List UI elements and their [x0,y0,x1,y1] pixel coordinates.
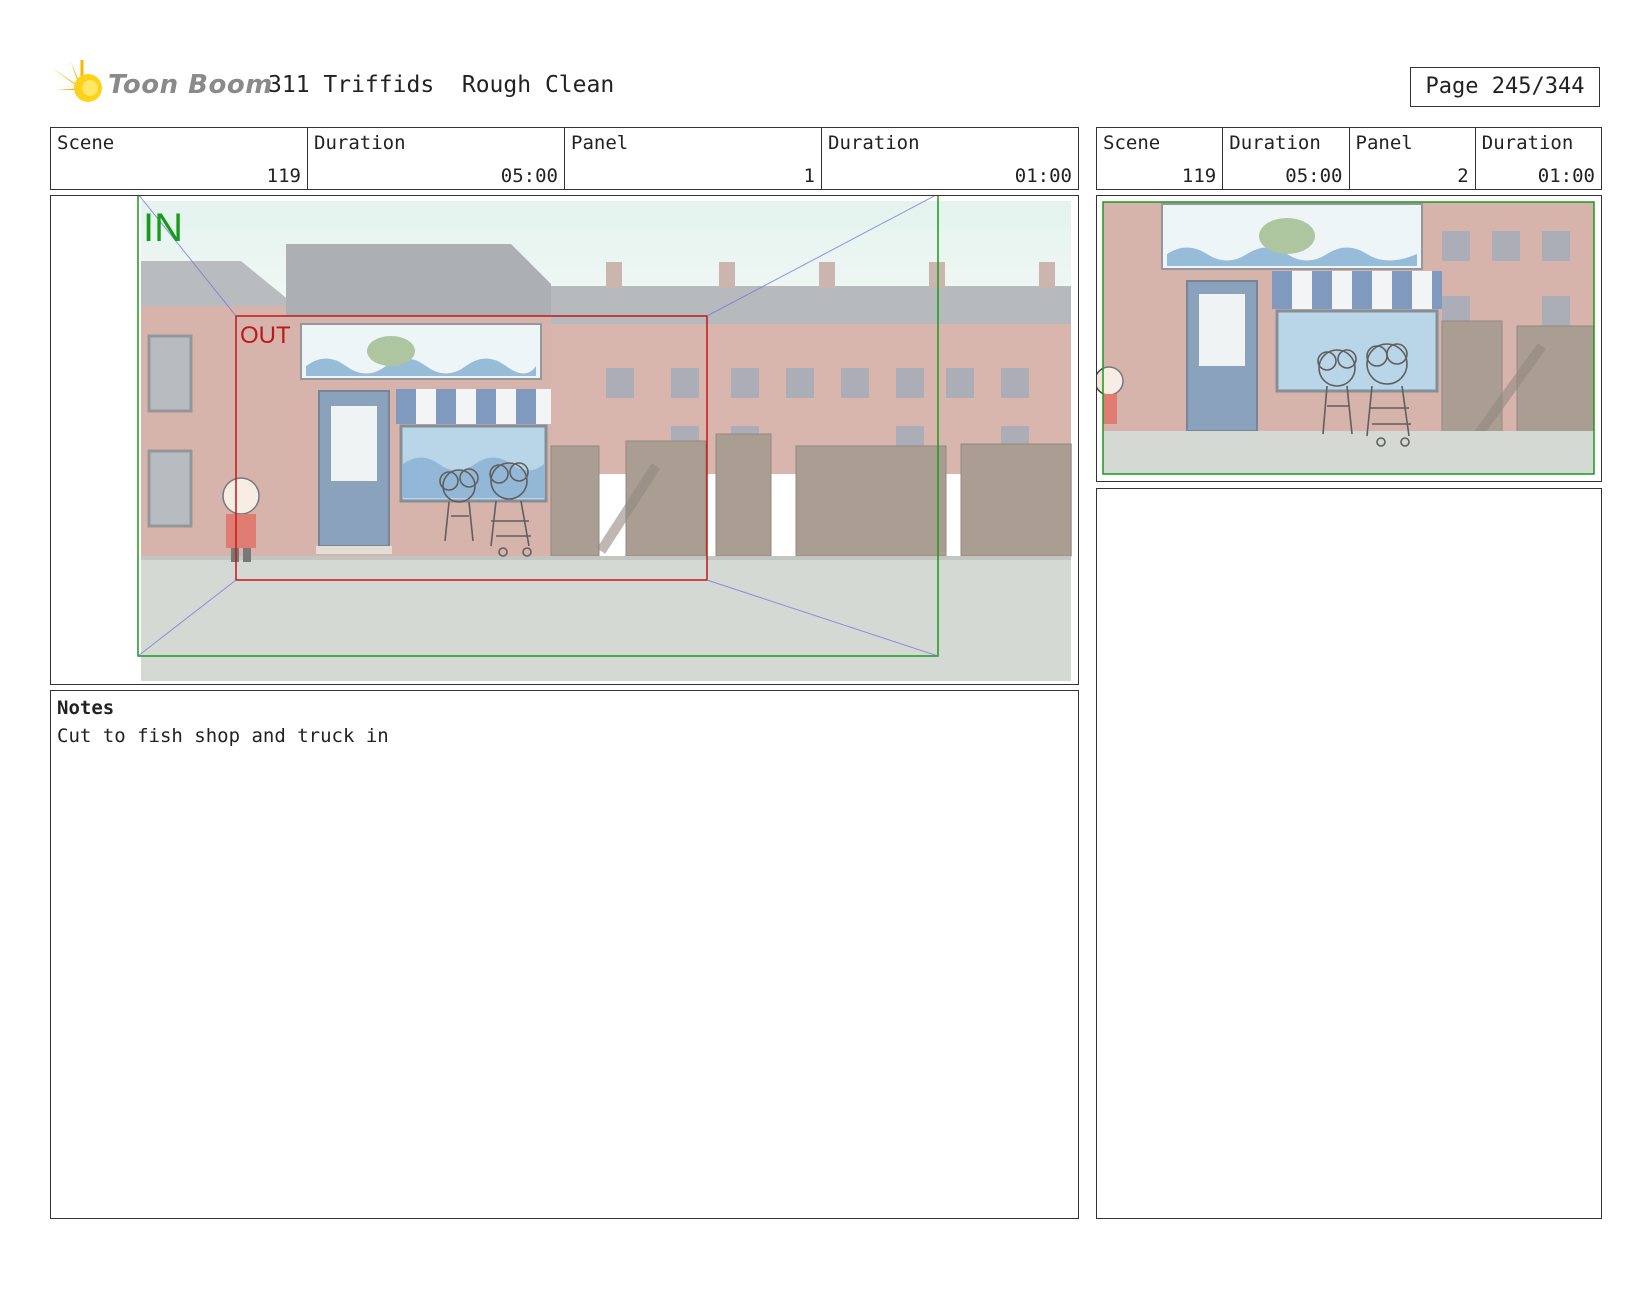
panel-label: Panel [1355,132,1413,154]
panel-cell: Panel 2 [1350,128,1476,189]
scene-cell: Scene 119 [1097,128,1224,189]
panel-duration-cell: Duration 01:00 [1476,128,1601,189]
notes-text: Cut to fish shop and truck in [57,725,389,747]
side-empty-panel [1096,488,1602,1219]
notes-title: Notes [57,697,115,719]
duration-cell: Duration 05:00 [308,128,565,189]
duration-label: Duration [1229,132,1321,154]
panel-duration-cell: Duration 01:00 [822,128,1078,189]
logo-wordmark: Toon Boom [108,70,273,100]
panel-duration-label: Duration [828,132,920,154]
scene-cell: Scene 119 [51,128,308,189]
duration-value: 05:00 [1285,165,1343,187]
side-panel-info-bar: Scene 119 Duration 05:00 Panel 2 Duratio… [1096,127,1602,190]
duration-cell: Duration 05:00 [1223,128,1350,189]
project-title: 311 Triffids Rough Clean [268,72,615,98]
side-storyboard-frame [1096,195,1602,482]
scene-value: 119 [266,165,301,187]
duration-label: Duration [314,132,406,154]
side-storyboard-drawing [1097,196,1600,480]
storyboard-drawing [137,196,1072,681]
scene-label: Scene [57,132,115,154]
toon-boom-logo: Toon Boom [52,60,272,116]
panel-duration-value: 01:00 [1537,165,1595,187]
panel-duration-label: Duration [1481,132,1574,154]
panel-value: 1 [803,165,815,187]
scene-label: Scene [1103,132,1161,154]
notes-box: Notes Cut to fish shop and truck in [50,690,1079,1219]
sunburst-logo-icon [52,60,102,112]
scene-value: 119 [1181,165,1217,187]
panel-value: 2 [1457,165,1469,187]
page-indicator: Page 245/344 [1410,67,1600,107]
camera-in-label: IN [143,206,183,250]
panel-cell: Panel 1 [565,128,822,189]
main-storyboard-frame: IN OUT [50,195,1079,685]
panel-duration-value: 01:00 [1014,165,1072,187]
duration-value: 05:00 [500,165,558,187]
main-panel-info-bar: Scene 119 Duration 05:00 Panel 1 Duratio… [50,127,1079,190]
panel-label: Panel [571,132,629,154]
camera-out-label: OUT [240,322,291,349]
